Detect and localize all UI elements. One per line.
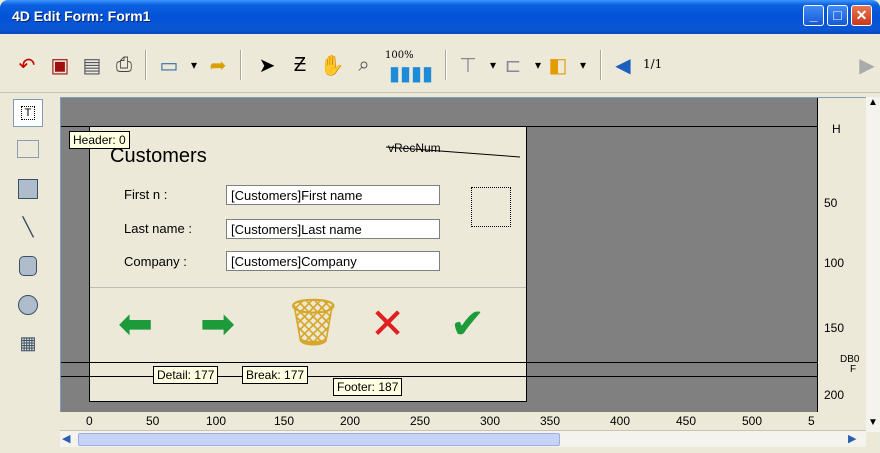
detail-line — [61, 362, 817, 363]
save-icon[interactable]: ▣ — [47, 52, 73, 78]
close-button[interactable]: ✕ — [851, 5, 872, 26]
ruler-tick: 5 — [808, 414, 815, 428]
oval-tool-icon[interactable] — [13, 291, 43, 319]
window-title: 4D Edit Form: Form1 — [12, 8, 151, 24]
rectangle-tool-icon[interactable] — [13, 175, 43, 203]
next-record-button-icon[interactable]: ➡ — [200, 299, 235, 348]
ruler-tick-200: 200 — [824, 388, 845, 402]
maximize-button[interactable]: □ — [827, 5, 848, 26]
print-icon[interactable]: ⎙ — [111, 52, 137, 78]
field-tool-icon[interactable] — [13, 135, 43, 163]
picture-field[interactable] — [471, 187, 511, 227]
company-field[interactable]: [Customers]Company — [226, 251, 440, 271]
ruler-tick-150: 150 — [824, 321, 845, 335]
ruler-tick-100: 100 — [824, 256, 845, 270]
title-bar: 4D Edit Form: Form1 _ □ ✕ — [0, 0, 880, 34]
revert-icon[interactable]: ↶ — [14, 52, 40, 78]
first-name-label[interactable]: First n : — [124, 187, 167, 202]
ruler-tick-50: 50 — [824, 196, 838, 210]
minimize-icon: _ — [809, 7, 818, 23]
pointer-tool-icon[interactable]: ➤ — [254, 52, 280, 78]
form-page: Customers vRecNum First n : [Customers]F… — [89, 126, 527, 402]
ruler-tick: 200 — [340, 414, 361, 428]
previous-record-button-icon[interactable]: ⬅ — [118, 299, 153, 348]
rounded-rect-tool-icon[interactable] — [13, 252, 43, 280]
horizontal-scrollbar[interactable]: ◀ ▶ — [60, 430, 866, 447]
last-name-label[interactable]: Last name : — [124, 221, 192, 236]
grid-tool-icon[interactable]: ▦ — [13, 329, 43, 357]
ruler-footer-marker: F — [850, 364, 857, 375]
zoom-slider-icon[interactable]: ▮▮▮▮ — [385, 60, 437, 86]
hand-tool-icon[interactable]: ✋ — [319, 52, 345, 78]
detail-marker[interactable]: Detail: 177 — [153, 366, 219, 384]
first-name-field[interactable]: [Customers]First name — [226, 185, 440, 205]
open-folder-icon[interactable]: ➦ — [205, 52, 231, 78]
layer-icon[interactable]: ◧ — [545, 52, 571, 78]
ruler-tick: 150 — [274, 414, 295, 428]
zoom-tool-icon[interactable]: ⌕ — [351, 52, 377, 78]
scroll-left-icon[interactable]: ◀ — [62, 432, 70, 445]
header-line — [61, 126, 817, 127]
record-line — [385, 146, 521, 158]
toolbar-separator — [145, 50, 147, 80]
monitor-icon[interactable]: ▭ — [156, 52, 182, 78]
scroll-thumb[interactable] — [78, 433, 560, 446]
ruler-tick: 350 — [540, 414, 561, 428]
ruler-tick: 300 — [480, 414, 501, 428]
chevron-down-icon[interactable]: ▾ — [181, 52, 207, 78]
scroll-right-icon[interactable]: ▶ — [848, 432, 856, 445]
next-page-icon[interactable]: ▶ — [854, 52, 880, 78]
vertical-ruler: H 50 100 150 DB0 F 200 — [817, 98, 867, 413]
trash-button-icon[interactable]: 🗑 — [284, 295, 342, 350]
ruler-tick: 50 — [146, 414, 160, 428]
cancel-button-icon[interactable]: ✕ — [370, 299, 405, 348]
horizontal-ruler: 0 50 100 150 200 250 300 350 400 450 500… — [60, 412, 866, 430]
minimize-button[interactable]: _ — [803, 5, 824, 26]
ruler-tick: 500 — [742, 414, 763, 428]
entry-order-icon[interactable]: Ƶ — [287, 52, 313, 78]
maximize-icon: □ — [833, 7, 842, 23]
ruler-header-marker: H — [832, 122, 841, 136]
footer-marker[interactable]: Footer: 187 — [333, 378, 403, 396]
toolbar-separator — [600, 50, 602, 80]
chevron-down-icon[interactable]: ▾ — [570, 52, 596, 78]
last-name-field[interactable]: [Customers]Last name — [226, 219, 440, 239]
vertical-scrollbar[interactable]: ▲ ▼ — [866, 97, 880, 432]
ruler-tick: 450 — [676, 414, 697, 428]
page-indicator: 1/1 — [643, 57, 663, 71]
text-tool-icon[interactable]: T — [13, 99, 43, 127]
accept-button-icon[interactable]: ✔ — [450, 299, 485, 348]
header-divider — [90, 287, 526, 288]
toolbar-separator — [240, 50, 242, 80]
scroll-down-icon[interactable]: ▼ — [866, 417, 880, 431]
company-label[interactable]: Company : — [124, 254, 187, 269]
ruler-tick: 0 — [86, 414, 93, 428]
previous-page-icon[interactable]: ◀ — [610, 52, 636, 78]
form-canvas[interactable]: Customers vRecNum First n : [Customers]F… — [60, 97, 868, 414]
line-tool-icon[interactable]: ╲ — [13, 213, 43, 241]
scroll-up-icon[interactable]: ▲ — [866, 97, 880, 111]
distribute-icon[interactable]: ⊏ — [500, 52, 526, 78]
object-palette: T ╲ ▦ — [0, 95, 56, 453]
header-marker[interactable]: Header: 0 — [69, 131, 130, 149]
break-marker[interactable]: Break: 177 — [242, 366, 309, 384]
ruler-tick: 400 — [610, 414, 631, 428]
edit-form-window: 4D Edit Form: Form1 _ □ ✕ ↶ ▣ ▤ ⎙ ▭ ▾ ➦ … — [0, 0, 880, 453]
toolbar: ↶ ▣ ▤ ⎙ ▭ ▾ ➦ ➤ Ƶ ✋ ⌕ 100% ▮▮▮▮ ⊤ ▾ ⊏ ▾ … — [0, 34, 880, 93]
toolbar-separator — [445, 50, 447, 80]
ruler-tick: 250 — [410, 414, 431, 428]
align-icon[interactable]: ⊤ — [455, 52, 481, 78]
close-icon: ✕ — [855, 7, 868, 23]
preview-icon[interactable]: ▤ — [79, 52, 105, 78]
ruler-tick: 100 — [206, 414, 227, 428]
